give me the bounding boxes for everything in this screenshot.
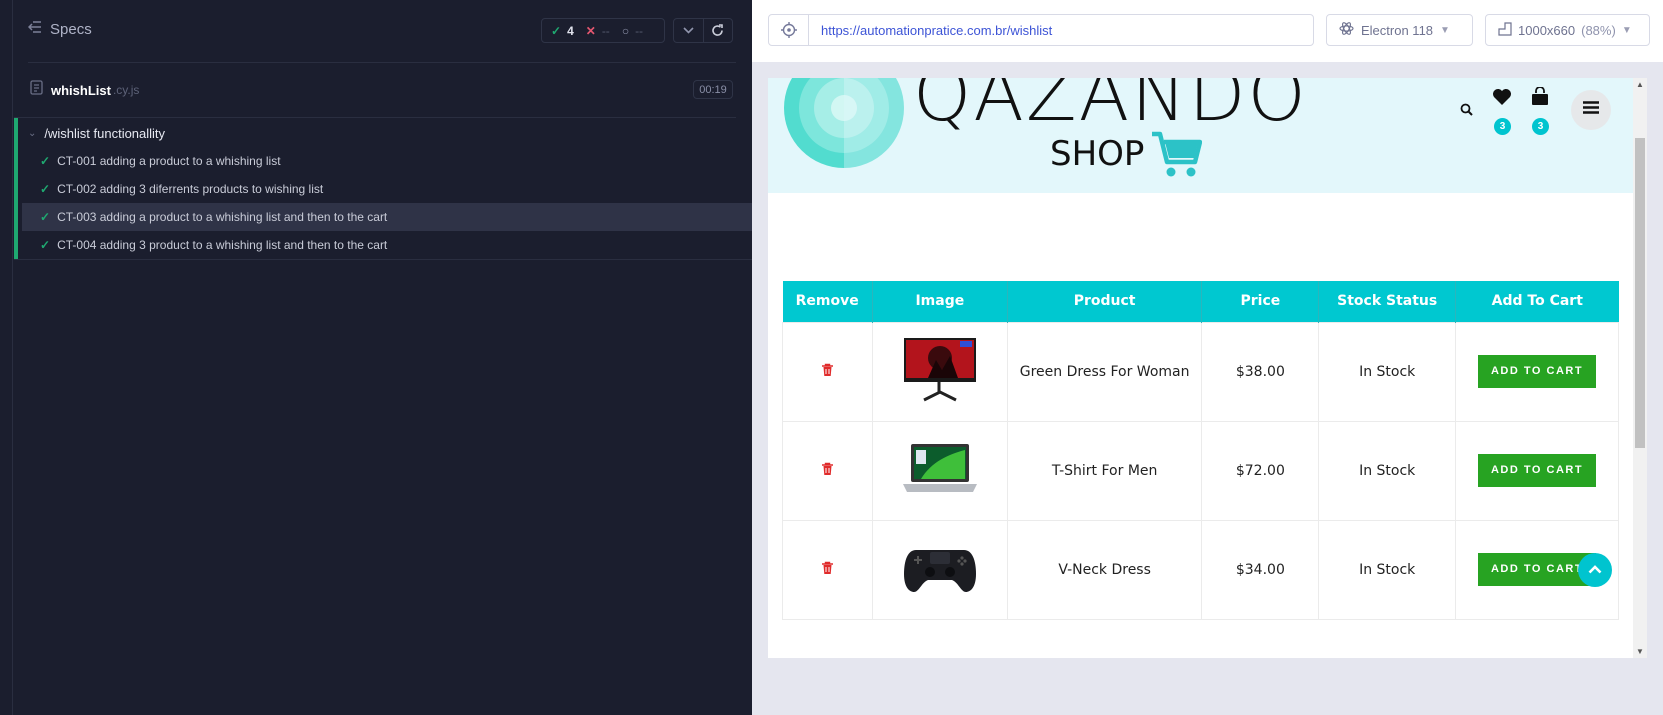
test-item[interactable]: ✓ CT-001 adding a product to a whishing … [22, 147, 756, 175]
trash-icon[interactable] [821, 363, 834, 381]
spec-file-ext: .cy.js [112, 83, 140, 97]
preview-toolbar: https://automationpratice.com.br/wishlis… [752, 0, 1663, 62]
rerun-icon[interactable] [702, 19, 733, 42]
product-image-monitor[interactable] [902, 337, 978, 408]
column-header: Stock Status [1318, 281, 1457, 322]
scroll-to-top-button[interactable] [1578, 553, 1612, 587]
product-image-gamepad[interactable] [902, 549, 978, 598]
hamburger-icon [1583, 101, 1599, 119]
trash-icon[interactable] [821, 561, 834, 579]
chevron-down-icon: ⌄ [28, 128, 37, 139]
product-price: $38.00 [1201, 321, 1320, 422]
runner-panel: Specs ✓ 4 ✕ -- ○ -- whishList .cy.js 00:… [0, 0, 756, 715]
cart-logo-icon [1150, 130, 1203, 185]
test-label: CT-001 adding a product to a whishing li… [57, 154, 281, 168]
logo-text: QAZANDO [913, 78, 1308, 138]
column-header: Price [1201, 281, 1320, 322]
trash-icon[interactable] [821, 462, 834, 480]
scroll-up-arrow-icon[interactable]: ▲ [1636, 80, 1644, 89]
divider [12, 0, 13, 715]
shopping-bag-icon[interactable] [1531, 87, 1549, 106]
menu-button[interactable] [1571, 90, 1611, 130]
column-header: Remove [782, 281, 873, 322]
stock-status: In Stock [1318, 420, 1457, 521]
column-header: Image [872, 281, 1008, 322]
divider [14, 259, 752, 260]
table-row: Green Dress For Woman $38.00 In Stock AD… [782, 321, 1619, 422]
app-frame: QAZANDO SHOP 3 3 Remove Image Product Pr… [768, 78, 1633, 658]
table-row: V-Neck Dress $34.00 In Stock ADD TO CART [782, 519, 1619, 620]
test-item[interactable]: ✓ CT-002 adding 3 diferrents products to… [22, 175, 756, 203]
column-header: Add To Cart [1455, 281, 1619, 322]
viewport-size: 1000x660 [1518, 22, 1576, 38]
column-header: Product [1007, 281, 1203, 322]
check-icon: ✓ [40, 182, 51, 196]
url-text[interactable]: https://automationpratice.com.br/wishlis… [809, 15, 1052, 45]
wishlist-table: Remove Image Product Price Stock Status … [782, 281, 1619, 620]
table-row: T-Shirt For Men $72.00 In Stock ADD TO C… [782, 420, 1619, 521]
document-icon [30, 80, 43, 100]
search-icon[interactable] [1460, 103, 1473, 116]
cart-count-badge: 3 [1532, 118, 1549, 135]
pending-count: -- [635, 23, 644, 38]
divider [28, 62, 736, 63]
add-to-cart-button[interactable]: ADD TO CART [1478, 355, 1597, 388]
page-scrollbar[interactable]: ▲ ▼ [1633, 78, 1647, 658]
chevron-down-icon: ▼ [1621, 24, 1632, 36]
heart-icon[interactable] [1492, 88, 1512, 106]
selector-playground-icon[interactable] [769, 15, 809, 45]
scrollbar-thumb[interactable] [1635, 138, 1645, 448]
viewport-info[interactable]: 1000x660 (88%) ▼ [1485, 14, 1650, 46]
test-label: CT-004 adding 3 product to a whishing li… [57, 238, 388, 252]
ruler-icon [1498, 21, 1512, 39]
chevron-down-icon[interactable] [674, 19, 703, 42]
check-icon: ✓ [40, 154, 51, 168]
browser-selector[interactable]: Electron 118 ▼ [1326, 14, 1473, 46]
failed-icon: ✕ [585, 23, 596, 38]
collapse-sidebar-icon [27, 20, 42, 38]
add-to-cart-button[interactable]: ADD TO CART [1478, 454, 1597, 487]
chevron-up-icon [1588, 561, 1602, 579]
product-name[interactable]: T-Shirt For Men [1006, 420, 1203, 521]
failed-count: -- [601, 23, 610, 38]
wishlist-count-badge: 3 [1494, 118, 1511, 135]
spec-file[interactable]: whishList .cy.js [30, 80, 139, 100]
suite-title: /wishlist functionallity [44, 126, 166, 141]
stock-status: In Stock [1318, 519, 1457, 620]
specs-label: Specs [50, 20, 92, 38]
test-stats: ✓ 4 ✕ -- ○ -- [541, 18, 665, 43]
suite-header[interactable]: ⌄ /wishlist functionallity [28, 126, 165, 141]
check-icon: ✓ [40, 210, 51, 224]
app-preview-panel: https://automationpratice.com.br/wishlis… [752, 0, 1663, 715]
product-name[interactable]: Green Dress For Woman [1006, 321, 1203, 422]
product-image-laptop[interactable] [901, 443, 979, 500]
scroll-down-arrow-icon[interactable]: ▼ [1636, 647, 1644, 656]
product-price: $72.00 [1201, 420, 1320, 521]
test-suite: ⌄ /wishlist functionallity ✓ CT-001 addi… [14, 118, 756, 259]
spec-file-name: whishList [51, 82, 111, 98]
viewport-scale: (88%) [1581, 22, 1616, 38]
electron-icon [1339, 21, 1354, 39]
test-label: CT-002 adding 3 diferrents products to w… [57, 182, 324, 196]
url-bar: https://automationpratice.com.br/wishlis… [768, 14, 1314, 46]
product-price: $34.00 [1201, 519, 1320, 620]
specs-toggle[interactable]: Specs [27, 20, 92, 38]
browser-label: Electron 118 [1361, 22, 1434, 38]
passed-icon: ✓ [551, 23, 562, 38]
test-label: CT-003 adding a product to a whishing li… [57, 210, 388, 224]
run-controls [673, 18, 733, 43]
product-name[interactable]: V-Neck Dress [1006, 519, 1203, 620]
shop-header: QAZANDO SHOP 3 3 [768, 78, 1633, 193]
spec-duration: 00:19 [693, 80, 733, 99]
test-item[interactable]: ✓ CT-004 adding 3 product to a whishing … [22, 231, 756, 259]
chevron-down-icon: ▼ [1440, 24, 1450, 36]
test-item[interactable]: ✓ CT-003 adding a product to a whishing … [22, 203, 756, 231]
logo-shop-text: SHOP [1050, 134, 1145, 174]
check-icon: ✓ [40, 238, 51, 252]
pending-icon: ○ [621, 23, 630, 38]
stock-status: In Stock [1318, 321, 1457, 422]
table-header-row: Remove Image Product Price Stock Status … [782, 281, 1619, 322]
passed-count: 4 [567, 23, 574, 38]
